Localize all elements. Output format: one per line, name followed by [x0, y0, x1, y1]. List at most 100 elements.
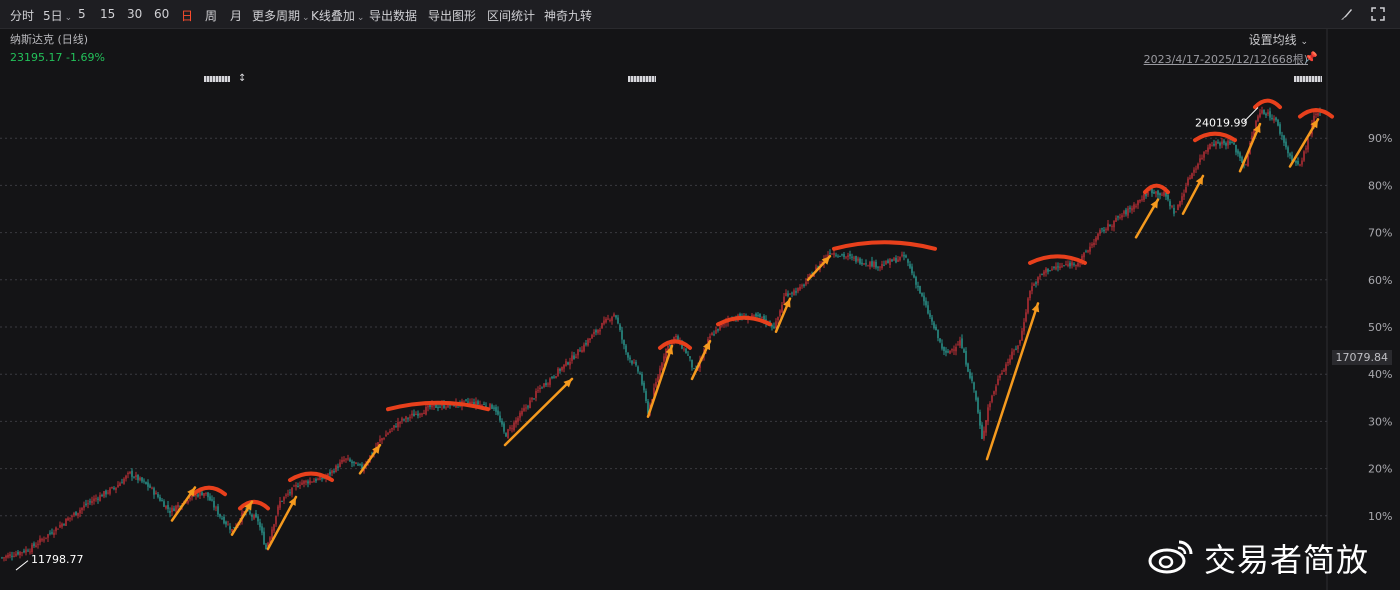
candle-body [55, 527, 57, 532]
candle-body [1087, 250, 1089, 252]
candle-body [1089, 246, 1091, 252]
candle-body [97, 498, 99, 500]
candle-body [1123, 211, 1125, 214]
candle-body [347, 458, 349, 460]
candle-body [165, 505, 167, 509]
candle-body [515, 420, 517, 424]
toolbar-item-9[interactable]: 更多周期 ⌄ [252, 7, 310, 24]
candle-body [1049, 270, 1051, 272]
candle-body [1091, 244, 1093, 246]
candle-body [263, 531, 265, 545]
candle-body [511, 428, 513, 430]
toolbar-item-11[interactable]: 导出数据 [369, 7, 417, 24]
candle-body [565, 361, 567, 366]
candle-body [381, 438, 383, 441]
candle-body [345, 458, 347, 460]
resistance-arc [1143, 183, 1170, 195]
toolbar-item-14[interactable]: 神奇九转 [544, 7, 592, 24]
expand-icon[interactable] [1370, 6, 1386, 22]
toolbar-item-10[interactable]: K线叠加 ⌄ [311, 7, 364, 24]
candle-body [231, 529, 233, 532]
candle-body [91, 500, 93, 503]
candle-body [1103, 229, 1105, 232]
toolbar-item-label: 分时 [10, 9, 35, 23]
toolbar-item-8[interactable]: 月 [230, 7, 242, 24]
candle-body [541, 387, 543, 389]
candle-body [305, 480, 307, 483]
candle-body [121, 482, 123, 484]
candle-body [715, 329, 717, 334]
candle-body [13, 556, 15, 558]
y-tick-label: 60% [1368, 274, 1392, 287]
candle-body [313, 480, 315, 483]
candle-body [773, 326, 775, 329]
candle-body [1001, 373, 1003, 375]
candle-body [1273, 118, 1275, 121]
candle-body [293, 485, 295, 487]
candle-body [521, 410, 523, 415]
candle-body [219, 514, 221, 517]
candle-body [505, 433, 507, 437]
candle-body [605, 318, 607, 323]
candle-body [633, 362, 635, 364]
candle-body [495, 407, 497, 412]
candle-body [1059, 266, 1061, 269]
toolbar-item-3[interactable]: 15 [100, 7, 115, 21]
candle-body [1015, 348, 1017, 350]
candle-body [119, 483, 121, 486]
candle-body [1303, 151, 1305, 161]
brush-icon[interactable] [1339, 6, 1355, 22]
toolbar-item-6[interactable]: 日 [181, 7, 193, 24]
candle-body [1045, 268, 1047, 273]
candle-body [829, 252, 831, 254]
toolbar-item-7[interactable]: 周 [205, 7, 217, 24]
candle-body [519, 412, 521, 418]
period-marker [628, 76, 656, 82]
candle-body [109, 488, 111, 494]
candle-body [95, 498, 97, 500]
candle-body [1155, 191, 1157, 194]
toolbar-item-5[interactable]: 60 [154, 7, 169, 21]
candle-body [1209, 143, 1211, 150]
toolbar-item-0[interactable]: 分时 [10, 7, 34, 24]
candle-body [169, 510, 171, 513]
candle-body [1241, 157, 1243, 163]
candle-body [625, 345, 627, 353]
candle-body [385, 434, 387, 437]
toolbar-item-1[interactable]: 5日 ⌄ [43, 7, 72, 24]
candle-body [1231, 142, 1233, 144]
candle-body [559, 368, 561, 371]
candle-body [553, 376, 555, 378]
toolbar-item-2[interactable]: 5 [78, 7, 86, 21]
candle-body [601, 323, 603, 329]
candle-body [845, 256, 847, 258]
candle-body [1101, 228, 1103, 230]
candle-body [929, 313, 931, 317]
pin-icon[interactable]: 📌 [1304, 51, 1318, 64]
candle-body [123, 478, 125, 484]
candle-body [931, 317, 933, 322]
candle-body [547, 383, 549, 385]
candle-body [1269, 111, 1271, 118]
candle-body [227, 524, 229, 526]
high-price-pointer [1243, 107, 1259, 123]
candle-body [987, 407, 989, 422]
candle-body [955, 346, 957, 352]
candle-body [383, 438, 385, 440]
toolbar-item-4[interactable]: 30 [127, 7, 142, 21]
toolbar-item-13[interactable]: 区间统计 [487, 7, 535, 24]
ma-setting-button[interactable]: 设置均线 ⌄ [1249, 31, 1308, 48]
candle-body [1197, 163, 1199, 169]
candle-body [1125, 209, 1127, 215]
toolbar-item-12[interactable]: 导出图形 [428, 7, 476, 24]
toolbar-item-label: 5日 [43, 9, 63, 23]
toolbar: 分时 5日 ⌄ 5 15 30 60 日周月更多周期 ⌄ K线叠加 ⌄ 导出数据 导出图形 区间统计 神奇九… [0, 0, 1400, 29]
candle-body [309, 480, 311, 484]
candle-body [1285, 141, 1287, 148]
candle-body [585, 343, 587, 345]
candle-body [689, 356, 691, 359]
candle-body [43, 539, 45, 541]
candle-body [563, 364, 565, 369]
candle-body [1305, 148, 1307, 150]
candle-body [887, 260, 889, 264]
